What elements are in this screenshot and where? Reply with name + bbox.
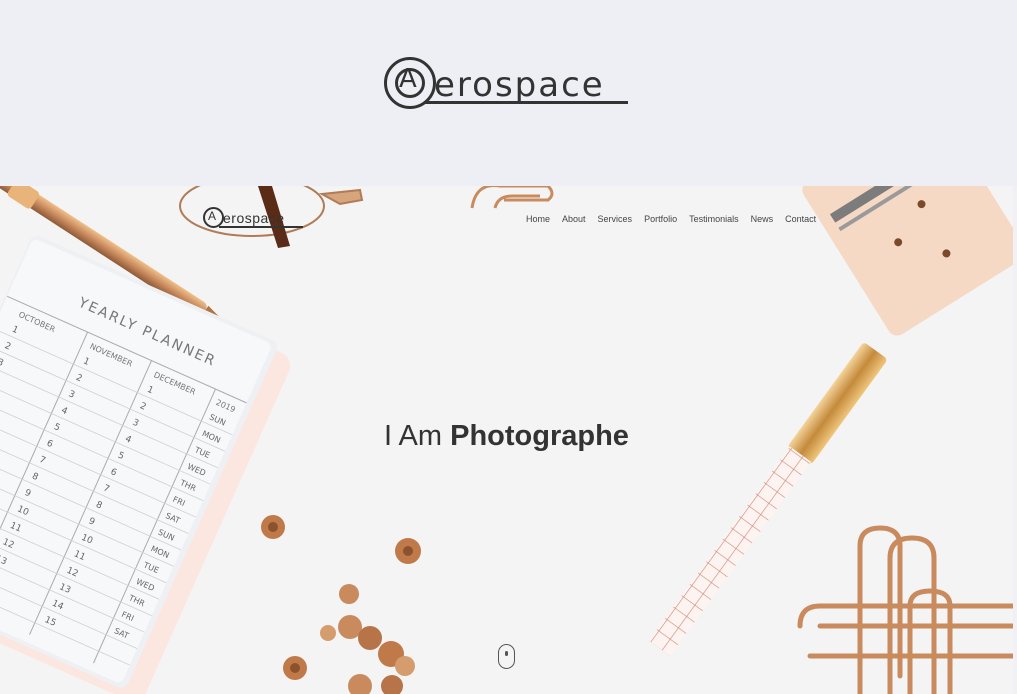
hero-headline: I Am Photographe <box>0 420 1013 453</box>
nav-item-home[interactable]: Home <box>526 214 550 224</box>
logo-word: erospace <box>434 65 605 105</box>
logo-letter: A <box>399 64 417 94</box>
nav-item-services[interactable]: Services <box>598 214 633 224</box>
main-nav: Home About Services Portfolio Testimonia… <box>526 214 816 224</box>
hero-section: YEARLY PLANNER OCTOBER NOVEMBER DECEMBER 20… <box>0 186 1013 694</box>
nav-item-testimonials[interactable]: Testimonials <box>689 214 739 224</box>
site-logo-large[interactable]: A erospace <box>384 55 634 113</box>
nav-logo-underline <box>219 226 303 228</box>
logo-underline <box>424 101 628 104</box>
nav-item-news[interactable]: News <box>751 214 774 224</box>
nav-logo-word: erospace <box>223 210 285 226</box>
nav-logo-letter: A <box>208 209 217 223</box>
nav-item-portfolio[interactable]: Portfolio <box>644 214 677 224</box>
scroll-down-mouse-icon[interactable] <box>498 644 515 669</box>
headline-prefix: I Am <box>384 420 443 452</box>
nav-item-about[interactable]: About <box>562 214 586 224</box>
nav-item-contact[interactable]: Contact <box>785 214 816 224</box>
top-banner: A erospace <box>0 0 1017 186</box>
headline-strong: Photographe <box>450 420 629 452</box>
mouse-wheel <box>505 651 508 656</box>
nav-logo[interactable]: A erospace <box>203 207 305 229</box>
